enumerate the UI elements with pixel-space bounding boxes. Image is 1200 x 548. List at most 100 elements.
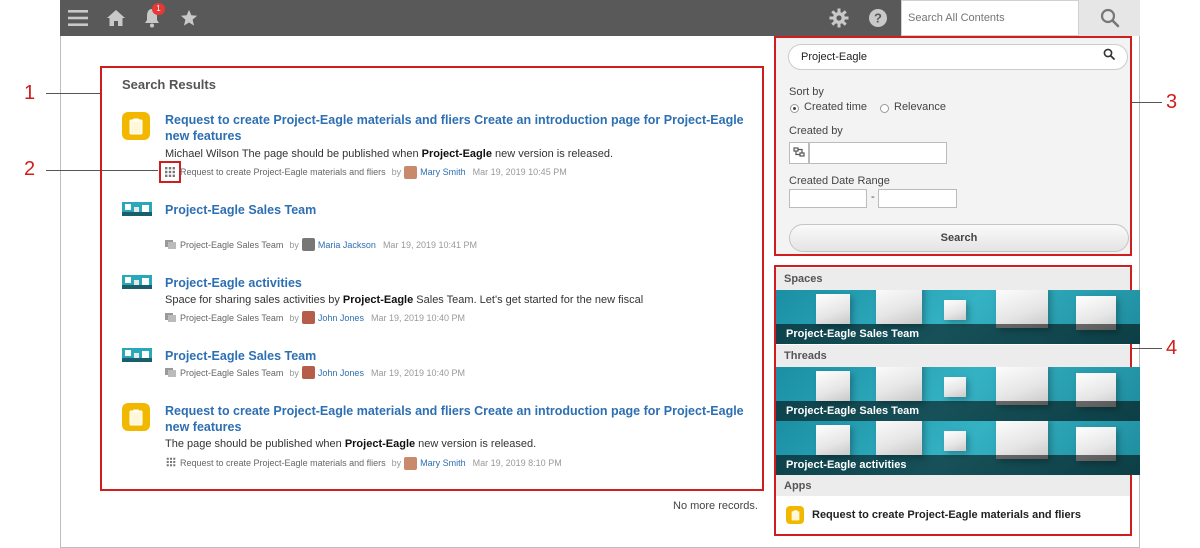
- notification-count-badge: 1: [152, 3, 165, 15]
- space-location-icon: [165, 312, 177, 324]
- result-meta: Request to create Project-Eagle material…: [159, 161, 567, 183]
- result-by-label: by: [289, 312, 299, 323]
- space-location-icon: [165, 367, 177, 379]
- result-title-link[interactable]: Project-Eagle activities: [165, 275, 755, 291]
- result-user-link[interactable]: Mary Smith: [420, 458, 466, 468]
- thread-banner-label: Project-Eagle Sales Team: [776, 401, 1140, 421]
- result-date: Mar 19, 2019 10:45 PM: [472, 167, 567, 177]
- help-icon[interactable]: ?: [866, 0, 890, 36]
- date-to-input[interactable]: [878, 189, 957, 208]
- search-icon[interactable]: [1103, 45, 1115, 69]
- created-by-input[interactable]: [809, 142, 947, 164]
- sort-created-time-radio[interactable]: [790, 104, 799, 113]
- result-title-link[interactable]: Request to create Project-Eagle material…: [165, 112, 755, 144]
- search-result-item: Request to create Project-Eagle material…: [120, 403, 756, 473]
- callout-1-line: [46, 93, 101, 94]
- result-user-link[interactable]: Maria Jackson: [318, 240, 376, 250]
- apps-heading: Apps: [776, 475, 1130, 497]
- avatar: [301, 311, 315, 324]
- callout-1: 1: [24, 82, 36, 104]
- result-meta: Request to create Project-Eagle material…: [165, 456, 562, 470]
- sort-option-relevance[interactable]: Relevance: [894, 101, 946, 113]
- result-title-link[interactable]: Request to create Project-Eagle material…: [165, 403, 755, 435]
- result-description: The page should be published when Projec…: [165, 438, 537, 450]
- created-date-range-label: Created Date Range: [789, 175, 890, 187]
- result-location-link[interactable]: Project-Eagle Sales Team: [180, 368, 283, 378]
- avatar: [404, 165, 418, 179]
- result-location-link[interactable]: Project-Eagle Sales Team: [180, 313, 283, 323]
- menu-icon[interactable]: [66, 0, 90, 36]
- avatar: [301, 366, 315, 379]
- result-date: Mar 19, 2019 10:40 PM: [370, 312, 466, 323]
- settings-gear-icon[interactable]: [827, 0, 851, 36]
- notifications-bell-icon[interactable]: 1: [140, 0, 165, 36]
- app-location-icon: [165, 456, 177, 470]
- org-tree-button[interactable]: [789, 142, 809, 164]
- result-location-link[interactable]: Project-Eagle Sales Team: [180, 240, 283, 250]
- app-icon: [122, 403, 150, 431]
- result-meta: Project-Eagle Sales Team by Maria Jackso…: [165, 238, 477, 251]
- result-description: Michael Wilson The page should be publis…: [165, 148, 614, 160]
- favorites-star-icon[interactable]: [177, 0, 201, 36]
- filter-keyword-value: Project-Eagle: [801, 51, 868, 63]
- result-date: Mar 19, 2019 10:40 PM: [370, 367, 466, 378]
- result-user-link[interactable]: John Jones: [318, 313, 364, 323]
- callout-4: 4: [1166, 337, 1178, 359]
- search-button[interactable]: Search: [789, 224, 1129, 252]
- spaces-heading: Spaces: [776, 268, 1130, 290]
- result-user-link[interactable]: John Jones: [318, 368, 364, 378]
- result-title-link[interactable]: Project-Eagle Sales Team: [165, 348, 755, 364]
- app-location-icon: [159, 161, 181, 183]
- space-icon: [122, 202, 152, 216]
- result-date: Mar 19, 2019 8:10 PM: [472, 458, 562, 468]
- app-list-item[interactable]: Request to create Project-Eagle material…: [776, 496, 1130, 534]
- result-by-label: by: [289, 367, 299, 378]
- date-range-separator: -: [871, 191, 875, 203]
- space-banner-item[interactable]: Project-Eagle Sales Team: [776, 290, 1140, 344]
- home-icon[interactable]: [104, 0, 128, 36]
- search-result-item: Project-Eagle Sales Team Project-Eagle S…: [120, 347, 756, 383]
- threads-heading: Threads: [776, 345, 1130, 367]
- filter-keyword-input[interactable]: Project-Eagle: [788, 44, 1128, 70]
- avatar: [301, 238, 315, 251]
- thread-banner-item[interactable]: Project-Eagle Sales Team: [776, 367, 1140, 421]
- space-banner-label: Project-Eagle Sales Team: [776, 324, 1140, 344]
- space-location-icon: [165, 239, 177, 251]
- sort-option-created-time[interactable]: Created time: [804, 101, 867, 113]
- result-date: Mar 19, 2019 10:41 PM: [382, 239, 477, 250]
- result-title-link[interactable]: Project-Eagle Sales Team: [165, 202, 755, 218]
- sort-relevance-radio[interactable]: [880, 104, 889, 113]
- search-icon: [1100, 8, 1119, 28]
- search-result-item: Project-Eagle activities Space for shari…: [120, 274, 756, 326]
- result-location-link[interactable]: Request to create Project-Eagle material…: [180, 167, 386, 177]
- sort-by-label: Sort by: [789, 86, 824, 98]
- svg-text:?: ?: [874, 11, 882, 26]
- result-location-link[interactable]: Request to create Project-Eagle material…: [180, 458, 386, 468]
- space-icon: [122, 275, 152, 289]
- result-user-link[interactable]: Mary Smith: [420, 167, 466, 177]
- result-meta: Project-Eagle Sales Team by John Jones M…: [165, 366, 465, 379]
- top-bar: 1 ?: [60, 0, 1140, 36]
- date-from-input[interactable]: [789, 189, 867, 208]
- app-icon: [122, 112, 150, 140]
- app-icon: [786, 506, 804, 524]
- search-result-item: Project-Eagle Sales Team Project-Eagle S…: [120, 201, 756, 253]
- result-by-label: by: [289, 239, 299, 250]
- avatar: [404, 456, 418, 470]
- no-more-records-label: No more records.: [673, 500, 758, 512]
- result-meta: Project-Eagle Sales Team by John Jones M…: [165, 311, 465, 324]
- screenshot: { "topbar": { "notification_count": "1",…: [0, 0, 1200, 548]
- global-search-button[interactable]: [1079, 0, 1140, 36]
- result-description: Space for sharing sales activities by Pr…: [165, 294, 644, 306]
- app-list-label: Request to create Project-Eagle material…: [812, 509, 1081, 521]
- search-results-title: Search Results: [122, 77, 216, 92]
- created-by-label: Created by: [789, 125, 843, 137]
- thread-banner-label: Project-Eagle activities: [776, 455, 1140, 475]
- result-by-label: by: [391, 458, 402, 468]
- thread-banner-item[interactable]: Project-Eagle activities: [776, 421, 1140, 475]
- search-result-item: Request to create Project-Eagle material…: [120, 112, 756, 183]
- org-tree-icon: [793, 147, 805, 157]
- callout-3: 3: [1166, 91, 1178, 113]
- callout-3-line: [1132, 102, 1162, 103]
- global-search-input[interactable]: [901, 0, 1079, 36]
